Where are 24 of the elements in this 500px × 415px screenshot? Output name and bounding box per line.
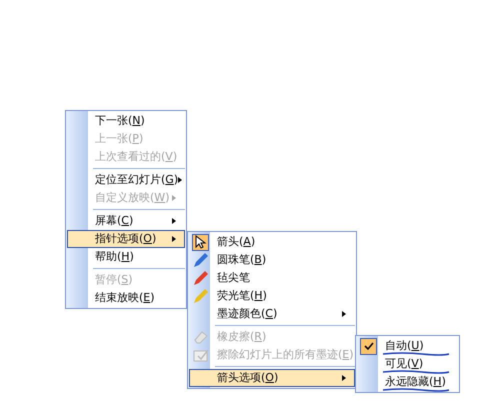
menu-item[interactable]: 荧光笔(H)	[189, 287, 355, 305]
menu-item[interactable]: 结束放映(E)	[67, 289, 185, 307]
submenu-arrow-icon	[172, 195, 176, 201]
menu-item[interactable]: 自动(U)	[357, 337, 458, 355]
submenu-arrow-icon	[342, 311, 346, 317]
menu-item[interactable]: 屏幕(C)	[67, 212, 185, 230]
menu-item[interactable]: 定位至幻灯片(G)	[67, 171, 185, 189]
eraser-icon	[192, 329, 208, 345]
menu-item[interactable]: 圆珠笔(B)	[189, 251, 355, 269]
menu-item[interactable]: 指针选项(O)	[67, 230, 185, 248]
submenu-arrow-icon	[178, 177, 182, 183]
submenu-arrow-icon	[172, 236, 176, 242]
menu-item[interactable]: 下一张(N)	[67, 112, 185, 130]
submenu-arrow-icon	[172, 218, 176, 224]
menu-item[interactable]: 可见(V)	[357, 355, 458, 373]
menu-item[interactable]: 箭头选项(O)	[189, 369, 355, 387]
submenu-arrow-icon	[342, 375, 346, 381]
erase-all-icon	[192, 347, 208, 363]
menu-item[interactable]: 永远隐藏(H)	[357, 373, 458, 391]
menu-item[interactable]: 墨迹颜色(C)	[189, 305, 355, 323]
menu-item[interactable]: 帮助(H)	[67, 248, 185, 266]
check-icon	[364, 342, 374, 350]
menu-item[interactable]: 毡尖笔	[189, 269, 355, 287]
menu-item[interactable]: 箭头(A)	[189, 233, 355, 251]
